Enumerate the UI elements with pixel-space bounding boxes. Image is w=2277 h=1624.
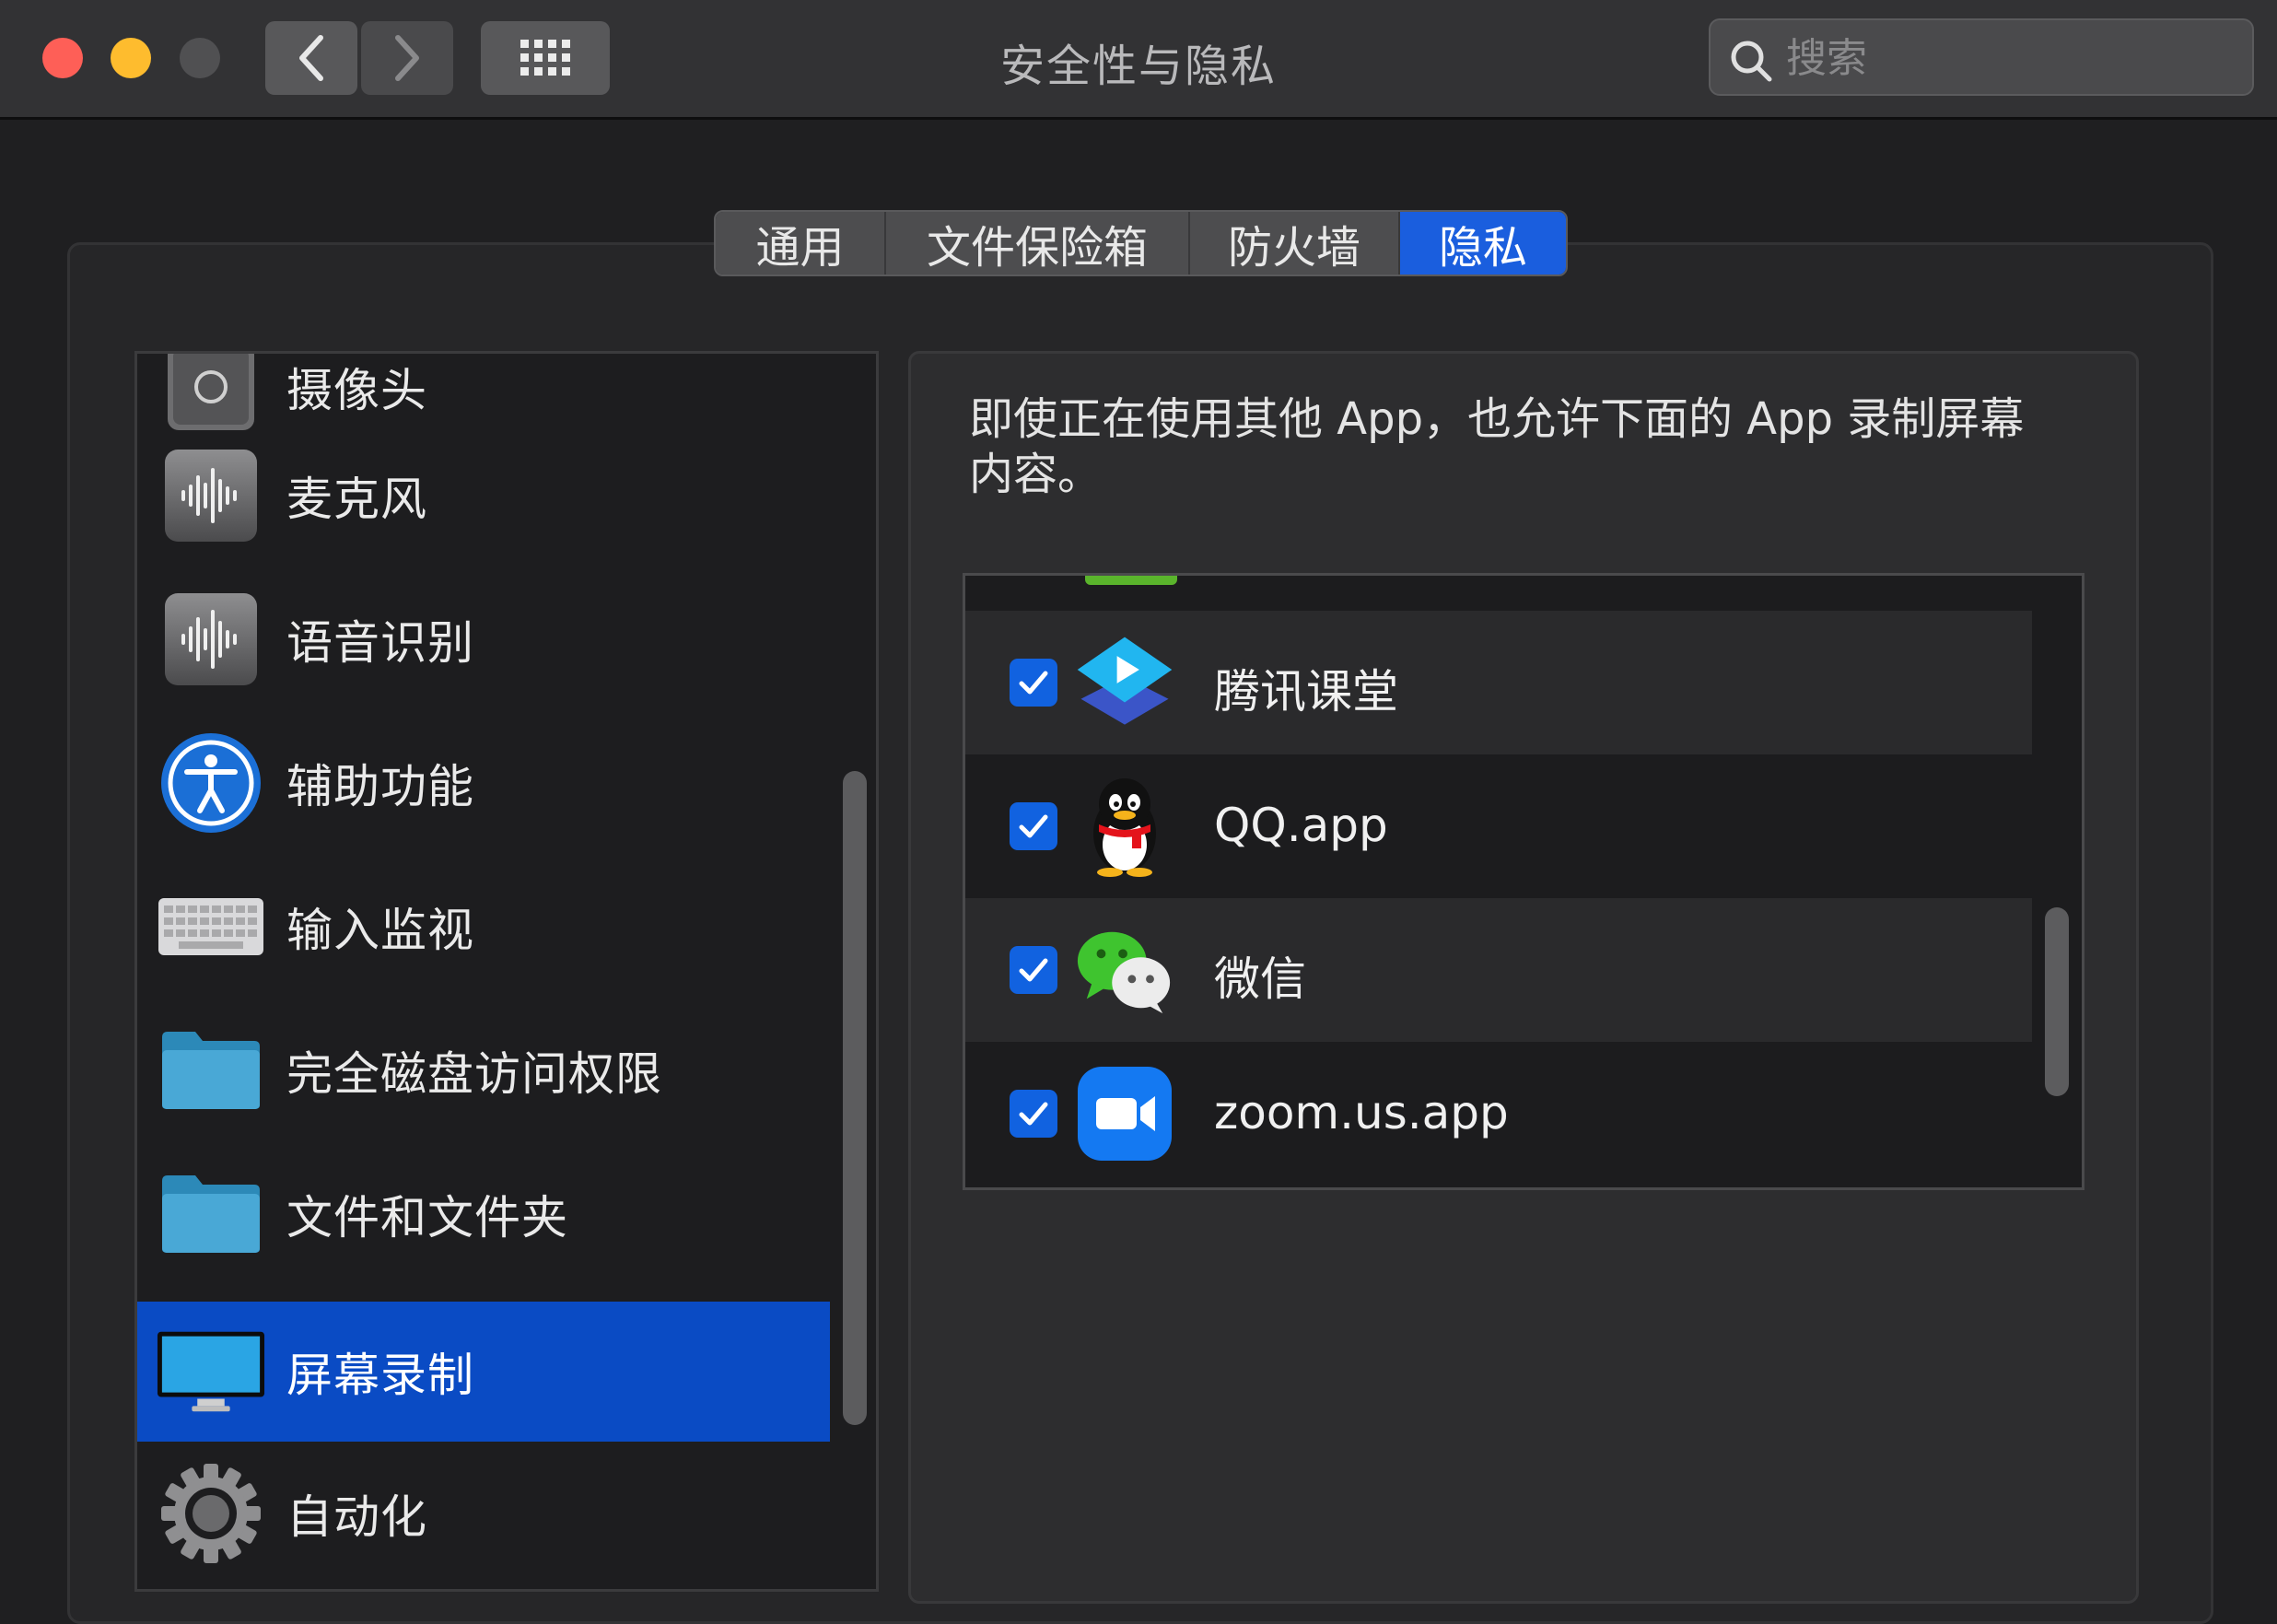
sidebar-item-screen-recording[interactable]: 屏幕录制 (137, 1302, 830, 1442)
tencent-classroom-icon (1074, 632, 1175, 733)
tab-firewall[interactable]: 防火墙 (1190, 212, 1400, 275)
gear-icon (156, 1458, 266, 1569)
sidebar-item-microphone[interactable]: 麦克风 (137, 424, 830, 567)
sidebar-item-label: 麦克风 (286, 472, 427, 526)
screen-recording-description: 即使正在使用其他 App，也允许下面的 App 录制屏幕 内容。 (969, 391, 2074, 502)
zoom-icon (1074, 1063, 1175, 1164)
app-list[interactable]: 腾讯课堂 QQ.app 微信 zoom.us.app (963, 573, 2084, 1190)
sidebar-item-speech-recognition[interactable]: 语音识别 (137, 567, 830, 710)
sidebar-item-input-monitoring[interactable]: 输入监视 (137, 855, 830, 998)
partial-app-icon (1085, 576, 1177, 585)
app-name: zoom.us.app (1214, 1086, 1509, 1139)
tab-filevault[interactable]: 文件保险箱 (886, 212, 1190, 275)
sidebar-item-label: 文件和文件夹 (286, 1190, 568, 1244)
tab-privacy[interactable]: 隐私 (1400, 212, 1566, 275)
app-checkbox[interactable] (1010, 1090, 1057, 1138)
microphone-icon (156, 440, 266, 551)
system-preferences-window: 安全性与隐私 通用 文件保险箱 防火墙 隐私 摄像头 (0, 0, 2277, 1624)
privacy-category-list[interactable]: 摄像头 麦克风 语音识别 辅助功能 输入监视 完全磁盘访问权限 文件和文件夹 屏… (134, 351, 879, 1592)
sidebar-item-label: 自动化 (286, 1490, 427, 1544)
app-checkbox[interactable] (1010, 802, 1057, 850)
sidebar-item-label: 语音识别 (286, 615, 474, 670)
sidebar-item-label: 辅助功能 (286, 759, 474, 813)
checkmark-icon (1019, 958, 1048, 982)
sidebar-item-accessibility[interactable]: 辅助功能 (137, 711, 830, 854)
title-bar: 安全性与隐私 (0, 0, 2277, 120)
search-field[interactable] (1709, 18, 2254, 96)
sidebar-item-files-and-folders[interactable]: 文件和文件夹 (137, 1142, 830, 1285)
checkmark-icon (1019, 814, 1048, 838)
search-input[interactable] (1786, 31, 2228, 85)
app-checkbox[interactable] (1010, 659, 1057, 707)
app-row-wechat[interactable]: 微信 (965, 898, 2032, 1042)
app-name: QQ.app (1214, 799, 1388, 852)
tab-general[interactable]: 通用 (716, 212, 886, 275)
search-icon (1731, 41, 1772, 82)
app-name: 微信 (1214, 952, 1306, 1006)
folder-icon (156, 1015, 266, 1126)
app-list-scrollbar[interactable] (2045, 907, 2069, 1096)
sidebar-item-automation[interactable]: 自动化 (137, 1442, 830, 1584)
description-line: 内容。 (969, 449, 1103, 500)
app-checkbox[interactable] (1010, 946, 1057, 994)
checkmark-icon (1019, 671, 1048, 695)
folder-icon (156, 1159, 266, 1269)
sidebar-item-full-disk-access[interactable]: 完全磁盘访问权限 (137, 999, 830, 1141)
app-row-zoom[interactable]: zoom.us.app (965, 1042, 2032, 1186)
app-row-tencent-classroom[interactable]: 腾讯课堂 (965, 611, 2032, 754)
display-icon (156, 1316, 266, 1427)
app-name: 腾讯课堂 (1214, 665, 1398, 719)
sidebar-item-label: 输入监视 (286, 903, 474, 957)
tab-bar: 通用 文件保险箱 防火墙 隐私 (714, 210, 1568, 276)
sidebar-scrollbar[interactable] (843, 771, 867, 1425)
speech-recognition-icon (156, 584, 266, 695)
qq-penguin-icon (1074, 776, 1175, 877)
sidebar-item-label: 摄像头 (286, 363, 427, 417)
keyboard-icon (156, 871, 266, 982)
description-line: 即使正在使用其他 App，也允许下面的 App 录制屏幕 (969, 393, 2025, 445)
sidebar-item-label: 完全磁盘访问权限 (286, 1046, 662, 1101)
app-row-qq[interactable]: QQ.app (965, 754, 2032, 898)
checkmark-icon (1019, 1102, 1048, 1126)
sidebar-item-label: 屏幕录制 (286, 1349, 474, 1402)
accessibility-icon (156, 728, 266, 838)
wechat-icon (1074, 919, 1175, 1021)
